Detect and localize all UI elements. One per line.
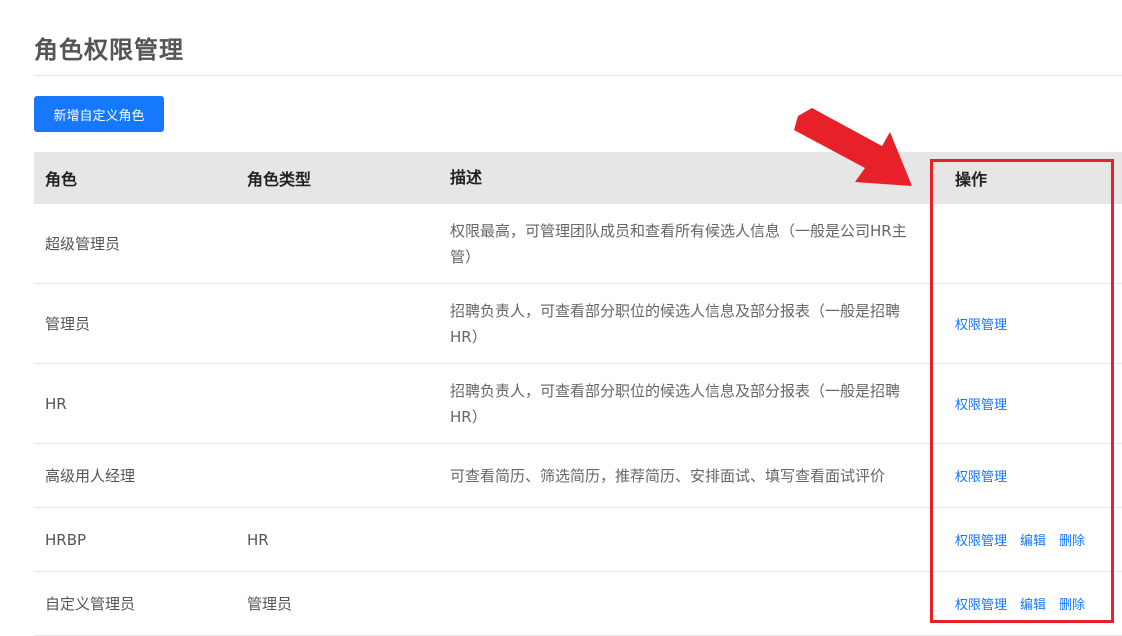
header-actions: 操作 <box>955 170 988 189</box>
description-line: 管） <box>450 248 481 266</box>
row-actions <box>955 204 1115 283</box>
role-type: HR <box>247 530 269 549</box>
table-row: 超级管理员 权限最高，可管理团队成员和查看所有候选人信息（一般是公司HR主 管） <box>34 204 1122 284</box>
table-row: 高级用人经理 可查看简历、筛选简历，推荐简历、安排面试、填写查看面试评价 权限管… <box>34 444 1122 508</box>
description-line: HR） <box>450 328 487 346</box>
page-title: 角色权限管理 <box>34 36 184 64</box>
role-type <box>247 444 437 507</box>
table-row: 管理员 招聘负责人，可查看部分职位的候选人信息及部分报表（一般是招聘 HR） 权… <box>34 284 1122 364</box>
role-name: HR <box>45 394 67 413</box>
description-line: 招聘负责人，可查看部分职位的候选人信息及部分报表（一般是招聘 <box>450 302 901 320</box>
row-actions: 权限管理 <box>955 284 1115 363</box>
header-role: 角色 <box>45 170 78 189</box>
role-description: 招聘负责人，可查看部分职位的候选人信息及部分报表（一般是招聘 HR） <box>450 284 930 363</box>
header-role-type: 角色类型 <box>247 170 312 189</box>
description-line: HR） <box>450 408 487 426</box>
role-name: HRBP <box>45 530 87 549</box>
role-description: 可查看简历、筛选简历，推荐简历、安排面试、填写查看面试评价 <box>450 444 930 507</box>
role-description: 招聘负责人，可查看部分职位的候选人信息及部分报表（一般是招聘 HR） <box>450 364 930 443</box>
header-description: 描述 <box>450 168 483 187</box>
role-description <box>450 572 930 635</box>
permission-management-link[interactable]: 权限管理 <box>955 594 1007 613</box>
row-actions: 权限管理 <box>955 444 1115 507</box>
edit-link[interactable]: 编辑 <box>1020 594 1046 613</box>
table-row: HRBP HR 权限管理 编辑 删除 <box>34 508 1122 572</box>
edit-link[interactable]: 编辑 <box>1020 530 1046 549</box>
role-name: 高级用人经理 <box>45 467 136 485</box>
permission-management-link[interactable]: 权限管理 <box>955 314 1007 333</box>
row-actions: 权限管理 编辑 删除 <box>955 572 1115 635</box>
table-row: 自定义管理员 管理员 权限管理 编辑 删除 <box>34 572 1122 636</box>
row-actions: 权限管理 <box>955 364 1115 443</box>
add-custom-role-button[interactable]: 新增自定义角色 <box>34 96 164 132</box>
role-table: 角色 角色类型 描述 操作 超级管理员 权限最高，可管理团队成员和查看所有候选人… <box>34 152 1122 636</box>
role-name: 自定义管理员 <box>45 595 136 613</box>
role-description: 权限最高，可管理团队成员和查看所有候选人信息（一般是公司HR主 管） <box>450 204 930 283</box>
description-line: 权限最高，可管理团队成员和查看所有候选人信息（一般是公司HR主 <box>450 222 907 240</box>
role-type <box>247 284 437 363</box>
permission-management-link[interactable]: 权限管理 <box>955 530 1007 549</box>
permission-management-link[interactable]: 权限管理 <box>955 466 1007 485</box>
role-type <box>247 364 437 443</box>
role-name: 管理员 <box>45 315 91 333</box>
delete-link[interactable]: 删除 <box>1059 594 1085 613</box>
title-divider <box>34 75 1122 76</box>
delete-link[interactable]: 删除 <box>1059 530 1085 549</box>
role-name: 超级管理员 <box>45 235 121 253</box>
permission-management-link[interactable]: 权限管理 <box>955 394 1007 413</box>
row-actions: 权限管理 编辑 删除 <box>955 508 1115 571</box>
role-description <box>450 508 930 571</box>
table-header: 角色 角色类型 描述 操作 <box>34 152 1122 204</box>
table-row: HR 招聘负责人，可查看部分职位的候选人信息及部分报表（一般是招聘 HR） 权限… <box>34 364 1122 444</box>
description-line: 可查看简历、筛选简历，推荐简历、安排面试、填写查看面试评价 <box>450 466 886 485</box>
description-line: 招聘负责人，可查看部分职位的候选人信息及部分报表（一般是招聘 <box>450 382 901 400</box>
role-type <box>247 204 437 283</box>
role-type: 管理员 <box>247 595 293 613</box>
